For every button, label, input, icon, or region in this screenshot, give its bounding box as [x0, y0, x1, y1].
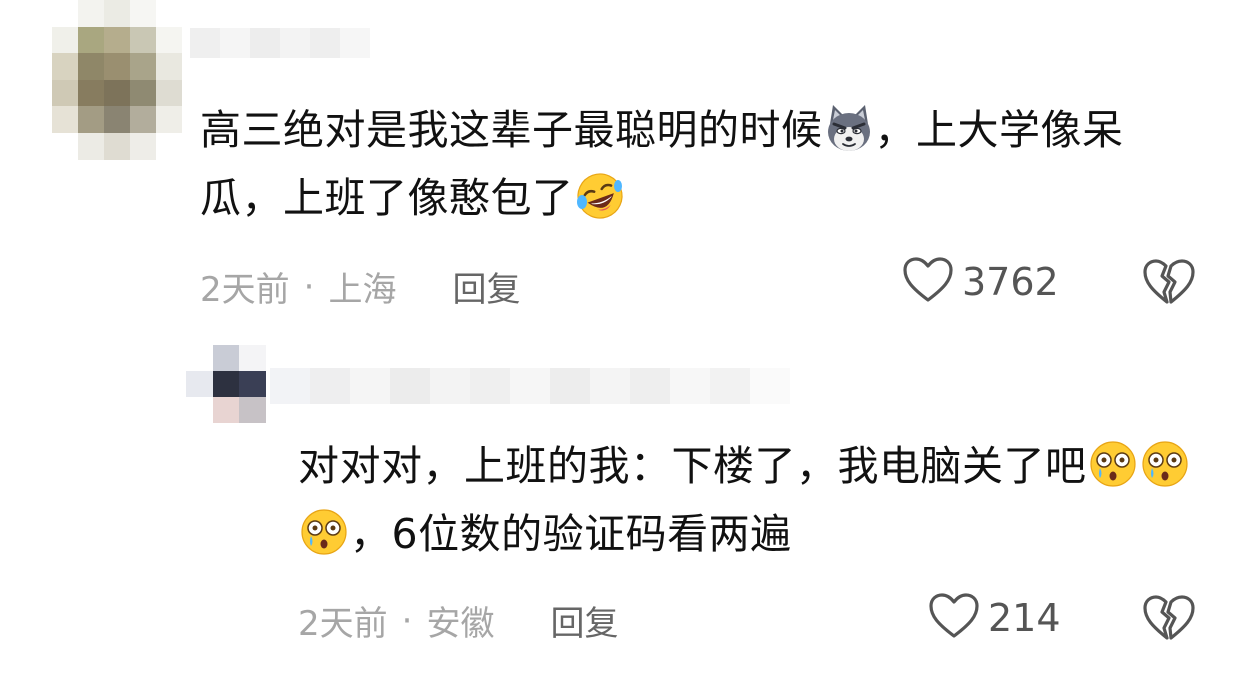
- rofl-emoji: [574, 170, 626, 222]
- comment-meta: 2天前 · 上海 回复: [200, 262, 520, 311]
- comment-location: 上海: [328, 270, 397, 310]
- like-button[interactable]: 214: [928, 592, 1061, 644]
- username-blurred[interactable]: [190, 28, 370, 58]
- heart-outline-icon: [902, 256, 954, 308]
- broken-heart-icon: [1142, 595, 1196, 646]
- shocked-tear-emoji: [1139, 438, 1191, 490]
- comment-text: 对对对，上班的我：下楼了，我电脑关了吧 ，6位数的验证码看两遍: [298, 432, 1228, 568]
- reply-button[interactable]: 回复: [452, 262, 520, 311]
- broken-heart-icon: [1142, 259, 1196, 310]
- reply-button[interactable]: 回复: [550, 596, 618, 645]
- comment-time: 2天前: [200, 270, 290, 310]
- avatar[interactable]: [52, 0, 182, 160]
- comment-location: 安徽: [426, 604, 495, 644]
- meta-separator: ·: [401, 600, 413, 641]
- heart-outline-icon: [928, 592, 980, 644]
- avatar[interactable]: [186, 345, 266, 423]
- username-blurred[interactable]: [270, 368, 790, 404]
- like-count: 3762: [962, 260, 1059, 304]
- comment-text: 高三绝对是我这辈子最聪明的时候 ，上大学像呆瓜，上班了像憨包了: [200, 96, 1200, 232]
- meta-separator: ·: [303, 266, 315, 307]
- dislike-button[interactable]: [1142, 594, 1196, 646]
- cool-dog-emoji: [823, 102, 875, 154]
- like-count: 214: [988, 596, 1061, 640]
- shocked-tear-emoji: [1087, 438, 1139, 490]
- comment-meta: 2天前 · 安徽 回复: [298, 596, 618, 645]
- dislike-button[interactable]: [1142, 258, 1196, 310]
- shocked-tear-emoji: [298, 506, 350, 558]
- like-button[interactable]: 3762: [902, 256, 1059, 308]
- comment-time: 2天前: [298, 604, 388, 644]
